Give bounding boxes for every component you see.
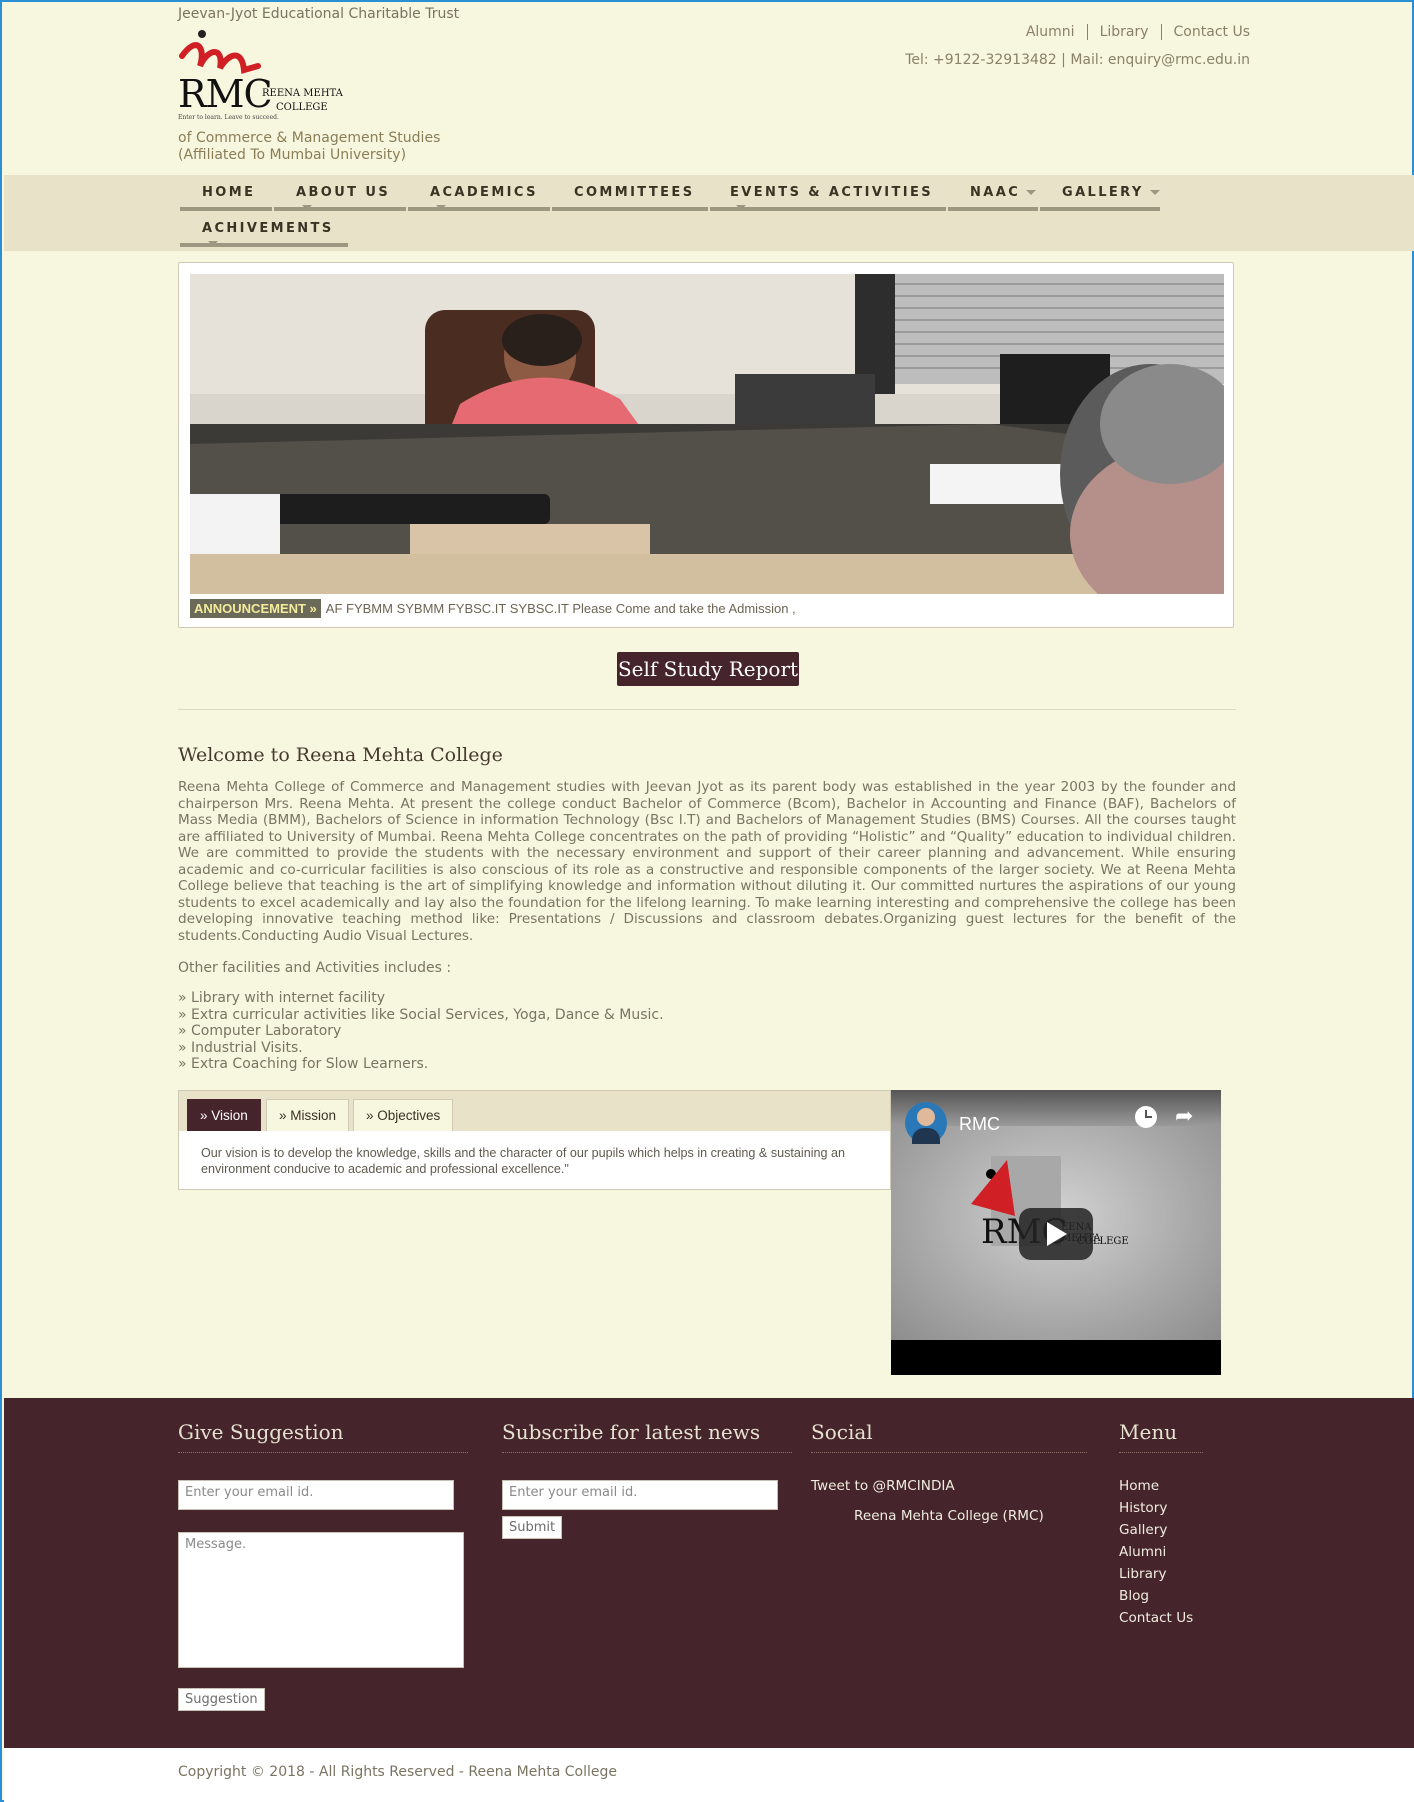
- list-item: » Extra curricular activities like Socia…: [178, 1006, 664, 1023]
- subscribe-email-field[interactable]: Enter your email id.: [502, 1480, 778, 1510]
- facilities-list: » Library with internet facility » Extra…: [178, 990, 664, 1073]
- tab-content: Our vision is to develop the knowledge, …: [201, 1146, 846, 1176]
- logo-text: RMC: [178, 72, 273, 116]
- nav-gallery[interactable]: GALLERY: [1040, 175, 1160, 211]
- copyright-text: Copyright © 2018 - All Rights Reserved -…: [178, 1764, 617, 1780]
- image-slider: ANNOUNCEMENT » AF FYBMM SYBMM FYBSC.IT S…: [178, 262, 1290, 628]
- chevron-down-icon: [1149, 190, 1160, 195]
- college-logo[interactable]: RMC REENA MEHTA COLLEGE Enter to learn. …: [178, 28, 348, 124]
- footer-menu-library[interactable]: Library: [1119, 1566, 1167, 1582]
- nav-label: NAAC: [970, 185, 1021, 200]
- footer: Give Suggestion Enter your email id. Mes…: [4, 1398, 1414, 1748]
- tab-objectives[interactable]: » Objectives: [353, 1099, 454, 1131]
- self-study-report-button[interactable]: Self Study Report: [617, 652, 799, 686]
- list-item: » Computer Laboratory: [178, 1023, 342, 1039]
- suggestion-email-field[interactable]: Enter your email id.: [178, 1480, 454, 1510]
- tagline-line1: of Commerce & Management Studies: [178, 130, 441, 146]
- welcome-title: Welcome to Reena Mehta College: [178, 744, 503, 766]
- chevron-down-icon: [208, 241, 218, 246]
- social-heading: Social: [811, 1420, 1087, 1453]
- nav-academics[interactable]: ACADEMICS: [408, 175, 550, 211]
- footer-menu-blog[interactable]: Blog: [1119, 1588, 1149, 1604]
- nav-events[interactable]: EVENTS & ACTIVITIES: [710, 175, 946, 211]
- divider: [1160, 24, 1162, 40]
- tab-vision[interactable]: » Vision: [187, 1099, 261, 1131]
- list-item: » Extra Coaching for Slow Learners.: [178, 1056, 429, 1072]
- footer-menu-gallery[interactable]: Gallery: [1119, 1522, 1167, 1538]
- footer-menu-home[interactable]: Home: [1119, 1478, 1159, 1494]
- nav-label: GALLERY: [1062, 185, 1144, 200]
- clock-icon[interactable]: [1135, 1106, 1157, 1128]
- announcement-text[interactable]: AF FYBMM SYBMM FYBSC.IT SYBSC.IT Please …: [326, 601, 796, 616]
- suggestion-button[interactable]: Suggestion: [178, 1688, 265, 1711]
- chevron-down-icon: [736, 205, 746, 210]
- logo-sub2: COLLEGE: [276, 102, 328, 113]
- tagline: of Commerce & Management Studies (Affili…: [178, 130, 440, 164]
- copyright-bar: Copyright © 2018 - All Rights Reserved -…: [4, 1748, 1414, 1802]
- list-item: » Industrial Visits.: [178, 1039, 303, 1056]
- tab-mission[interactable]: » Mission: [266, 1099, 350, 1131]
- divider: [1086, 24, 1088, 40]
- chevron-down-icon: [436, 205, 446, 210]
- tagline-line2: (Affiliated To Mumbai University): [178, 147, 407, 163]
- footer-menu-history[interactable]: History: [1119, 1500, 1167, 1516]
- video-title[interactable]: RMC: [959, 1114, 1000, 1135]
- announcement-bar: ANNOUNCEMENT » AF FYBMM SYBMM FYBSC.IT S…: [190, 599, 796, 618]
- tweet-link[interactable]: Tweet to @RMCINDIA: [811, 1478, 955, 1494]
- nav-label: ABOUT US: [296, 185, 391, 200]
- toplink-contact[interactable]: Contact Us: [1174, 24, 1250, 40]
- toplink-alumni[interactable]: Alumni: [1026, 24, 1075, 40]
- suggestion-heading: Give Suggestion: [178, 1420, 468, 1453]
- welcome-text: Reena Mehta College of Commerce and Mana…: [178, 779, 1236, 944]
- play-button[interactable]: [1019, 1208, 1093, 1260]
- office-photo-image: [190, 274, 1290, 624]
- chevron-down-icon: [302, 205, 312, 210]
- suggestion-message-field[interactable]: Message.: [178, 1532, 464, 1668]
- top-links: Alumni Library Contact Us: [1026, 24, 1250, 40]
- contact-info: Tel: +9122-32913482 | Mail: enquiry@rmc.…: [905, 52, 1250, 68]
- logo-sub1: REENA MEHTA: [262, 88, 343, 99]
- video-thumbnail: RMC ➦ RMC EENA MEHTA COLLEGE: [891, 1090, 1221, 1340]
- share-icon[interactable]: ➦: [1175, 1104, 1193, 1129]
- subscribe-submit-button[interactable]: Submit: [502, 1516, 563, 1539]
- menu-heading: Menu: [1119, 1420, 1203, 1453]
- vision-mission-tabs: » Vision » Mission » Objectives Our visi…: [178, 1090, 891, 1190]
- subscribe-heading: Subscribe for latest news: [502, 1420, 792, 1453]
- footer-menu-contact[interactable]: Contact Us: [1119, 1610, 1193, 1626]
- slider-photo: [190, 274, 1290, 624]
- nav-label: COMMITTEES: [574, 185, 695, 200]
- nav-label: EVENTS & ACTIVITIES: [730, 185, 934, 200]
- channel-avatar[interactable]: [905, 1102, 947, 1144]
- nav-label: HOME: [202, 185, 256, 200]
- list-item: » Library with internet facility: [178, 990, 386, 1006]
- chevron-down-icon: [1026, 190, 1037, 195]
- nav-achievements[interactable]: ACHIVEMENTS: [180, 211, 348, 247]
- footer-menu-alumni[interactable]: Alumni: [1119, 1544, 1166, 1560]
- announcement-label: ANNOUNCEMENT »: [190, 599, 321, 618]
- nav-about[interactable]: ABOUT US: [274, 175, 406, 211]
- main-nav: HOME ABOUT US ACADEMICS COMMITTEES EVENT…: [4, 175, 1414, 251]
- youtube-video-embed[interactable]: RMC ➦ RMC EENA MEHTA COLLEGE: [891, 1090, 1221, 1375]
- play-icon: [1047, 1222, 1067, 1246]
- logo-motto: Enter to learn. Leave to succeed.: [178, 114, 279, 121]
- nav-label: ACADEMICS: [430, 185, 538, 200]
- facebook-page-link[interactable]: Reena Mehta College (RMC): [854, 1508, 1044, 1524]
- nav-committees[interactable]: COMMITTEES: [552, 175, 708, 211]
- divider: [178, 709, 1236, 710]
- tabs-header: » Vision » Mission » Objectives: [179, 1091, 890, 1131]
- nav-naac[interactable]: NAAC: [948, 175, 1038, 211]
- nav-home[interactable]: HOME: [180, 175, 272, 211]
- nav-label: ACHIVEMENTS: [202, 221, 334, 236]
- toplink-library[interactable]: Library: [1100, 24, 1149, 40]
- facilities-heading: Other facilities and Activities includes…: [178, 960, 452, 976]
- trust-name: Jeevan-Jyot Educational Charitable Trust: [178, 6, 460, 22]
